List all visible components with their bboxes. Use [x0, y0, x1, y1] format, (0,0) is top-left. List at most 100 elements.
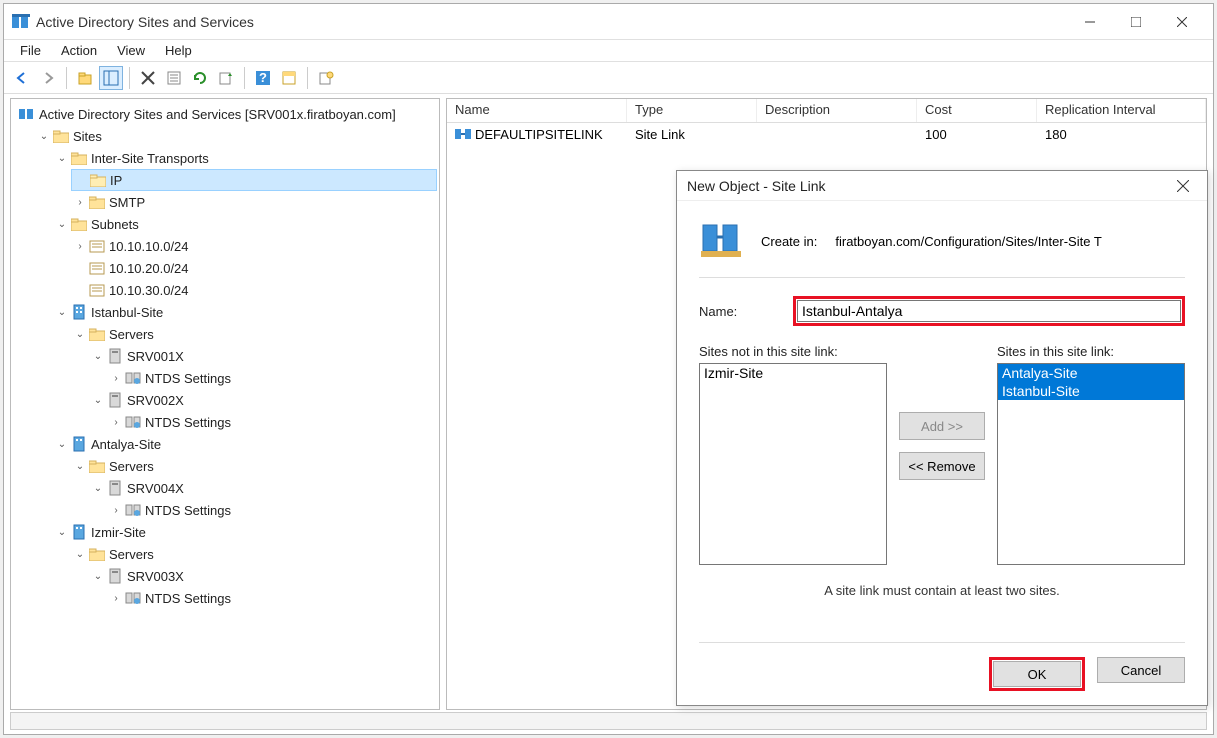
in-list[interactable]: Antalya-Site Istanbul-Site: [997, 363, 1185, 565]
delete-button[interactable]: [136, 66, 160, 90]
tree-root[interactable]: Active Directory Sites and Services [SRV…: [17, 103, 437, 125]
collapse-icon[interactable]: ⌄: [73, 327, 87, 341]
tree-servers[interactable]: ⌄ Servers: [71, 323, 437, 345]
collapse-icon[interactable]: ⌄: [55, 217, 69, 231]
menu-file[interactable]: File: [10, 41, 51, 60]
not-in-label: Sites not in this site link:: [699, 344, 887, 359]
name-input[interactable]: [797, 300, 1181, 322]
tree-server[interactable]: ⌄SRV001X: [89, 345, 437, 367]
collapse-icon[interactable]: ⌄: [55, 305, 69, 319]
show-hide-button[interactable]: [99, 66, 123, 90]
tree-servers[interactable]: ⌄Servers: [71, 543, 437, 565]
tree-ntds[interactable]: › NTDS Settings: [107, 367, 437, 389]
col-cost[interactable]: Cost: [917, 99, 1037, 122]
tree-subnets[interactable]: ⌄ Subnets: [53, 213, 437, 235]
tree-subnet[interactable]: ›10.10.10.0/24: [71, 235, 437, 257]
create-in-row: Create in: firatboyan.com/Configuration/…: [699, 219, 1185, 263]
titlebar: Active Directory Sites and Services: [4, 4, 1213, 40]
folder-open-icon: [90, 172, 106, 188]
ok-button[interactable]: OK: [993, 661, 1081, 687]
collapse-icon[interactable]: ⌄: [91, 569, 105, 583]
col-desc[interactable]: Description: [757, 99, 917, 122]
collapse-icon[interactable]: ⌄: [91, 349, 105, 363]
tree-subnet[interactable]: 10.10.20.0/24: [71, 257, 437, 279]
tree-label: Antalya-Site: [91, 437, 161, 452]
back-button[interactable]: [10, 66, 34, 90]
up-button[interactable]: [73, 66, 97, 90]
expand-icon[interactable]: ›: [73, 195, 87, 209]
cell-text: DEFAULTIPSITELINK: [475, 127, 603, 142]
col-repl[interactable]: Replication Interval: [1037, 99, 1206, 122]
maximize-button[interactable]: [1113, 7, 1159, 37]
expand-icon[interactable]: ›: [109, 371, 123, 385]
collapse-icon[interactable]: ⌄: [55, 151, 69, 165]
tree-label: Istanbul-Site: [91, 305, 163, 320]
col-name[interactable]: Name: [447, 99, 627, 122]
tree-label: Izmir-Site: [91, 525, 146, 540]
tree-site-izmir[interactable]: ⌄ Izmir-Site: [53, 521, 437, 543]
dialog-close-button[interactable]: [1169, 172, 1197, 200]
tree-inter-site-transports[interactable]: ⌄ Inter-Site Transports: [53, 147, 437, 169]
cell-repl: 180: [1037, 123, 1206, 145]
tree-sites[interactable]: ⌄ Sites: [35, 125, 437, 147]
server-icon: [107, 568, 123, 584]
server-icon: [107, 480, 123, 496]
tree-label: NTDS Settings: [145, 371, 231, 386]
menu-help[interactable]: Help: [155, 41, 202, 60]
create-in-path: firatboyan.com/Configuration/Sites/Inter…: [835, 234, 1101, 249]
tree-servers[interactable]: ⌄Servers: [71, 455, 437, 477]
tree-server[interactable]: ⌄SRV004X: [89, 477, 437, 499]
minimize-button[interactable]: [1067, 7, 1113, 37]
tree-ntds[interactable]: ›NTDS Settings: [107, 499, 437, 521]
tree-site-istanbul[interactable]: ⌄ Istanbul-Site: [53, 301, 437, 323]
tree-panel[interactable]: Active Directory Sites and Services [SRV…: [10, 98, 440, 710]
collapse-icon[interactable]: ⌄: [73, 459, 87, 473]
tree-ip[interactable]: IP: [71, 169, 437, 191]
tree-site-antalya[interactable]: ⌄ Antalya-Site: [53, 433, 437, 455]
properties-button[interactable]: [162, 66, 186, 90]
collapse-icon[interactable]: ⌄: [91, 393, 105, 407]
expand-icon[interactable]: ›: [109, 415, 123, 429]
collapse-icon[interactable]: ⌄: [91, 481, 105, 495]
tree-label: SRV003X: [127, 569, 184, 584]
help-button[interactable]: ?: [251, 66, 275, 90]
name-row: Name:: [699, 296, 1185, 326]
close-button[interactable]: [1159, 7, 1205, 37]
remove-button[interactable]: << Remove: [899, 452, 985, 480]
not-in-list[interactable]: Izmir-Site: [699, 363, 887, 565]
tree-subnet[interactable]: 10.10.30.0/24: [71, 279, 437, 301]
list-item[interactable]: Antalya-Site: [998, 364, 1184, 382]
collapse-icon[interactable]: ⌄: [73, 547, 87, 561]
settings-button[interactable]: [314, 66, 338, 90]
collapse-icon[interactable]: ⌄: [37, 129, 51, 143]
list-item[interactable]: Izmir-Site: [700, 364, 886, 382]
list-header: Name Type Description Cost Replication I…: [447, 99, 1206, 123]
expand-icon[interactable]: ›: [109, 591, 123, 605]
collapse-icon[interactable]: ⌄: [55, 437, 69, 451]
cancel-button[interactable]: Cancel: [1097, 657, 1185, 683]
expand-icon[interactable]: ›: [73, 239, 87, 253]
export-button[interactable]: [214, 66, 238, 90]
list-row[interactable]: DEFAULTIPSITELINK Site Link 100 180: [447, 123, 1206, 145]
forward-button[interactable]: [36, 66, 60, 90]
folder-icon: [89, 194, 105, 210]
tree-ntds[interactable]: ›NTDS Settings: [107, 411, 437, 433]
tree-smtp[interactable]: › SMTP: [71, 191, 437, 213]
list-item[interactable]: Istanbul-Site: [998, 382, 1184, 400]
tree-label: Servers: [109, 327, 154, 342]
server-icon: [107, 348, 123, 364]
filter-button[interactable]: [277, 66, 301, 90]
menu-view[interactable]: View: [107, 41, 155, 60]
not-in-column: Sites not in this site link: Izmir-Site: [699, 344, 887, 565]
tree-server[interactable]: ⌄ SRV003X: [89, 565, 437, 587]
col-type[interactable]: Type: [627, 99, 757, 122]
refresh-button[interactable]: [188, 66, 212, 90]
add-button[interactable]: Add >>: [899, 412, 985, 440]
tree-label: SRV002X: [127, 393, 184, 408]
name-label: Name:: [699, 304, 769, 319]
tree-ntds[interactable]: ›NTDS Settings: [107, 587, 437, 609]
collapse-icon[interactable]: ⌄: [55, 525, 69, 539]
tree-server[interactable]: ⌄ SRV002X: [89, 389, 437, 411]
menu-action[interactable]: Action: [51, 41, 107, 60]
expand-icon[interactable]: ›: [109, 503, 123, 517]
